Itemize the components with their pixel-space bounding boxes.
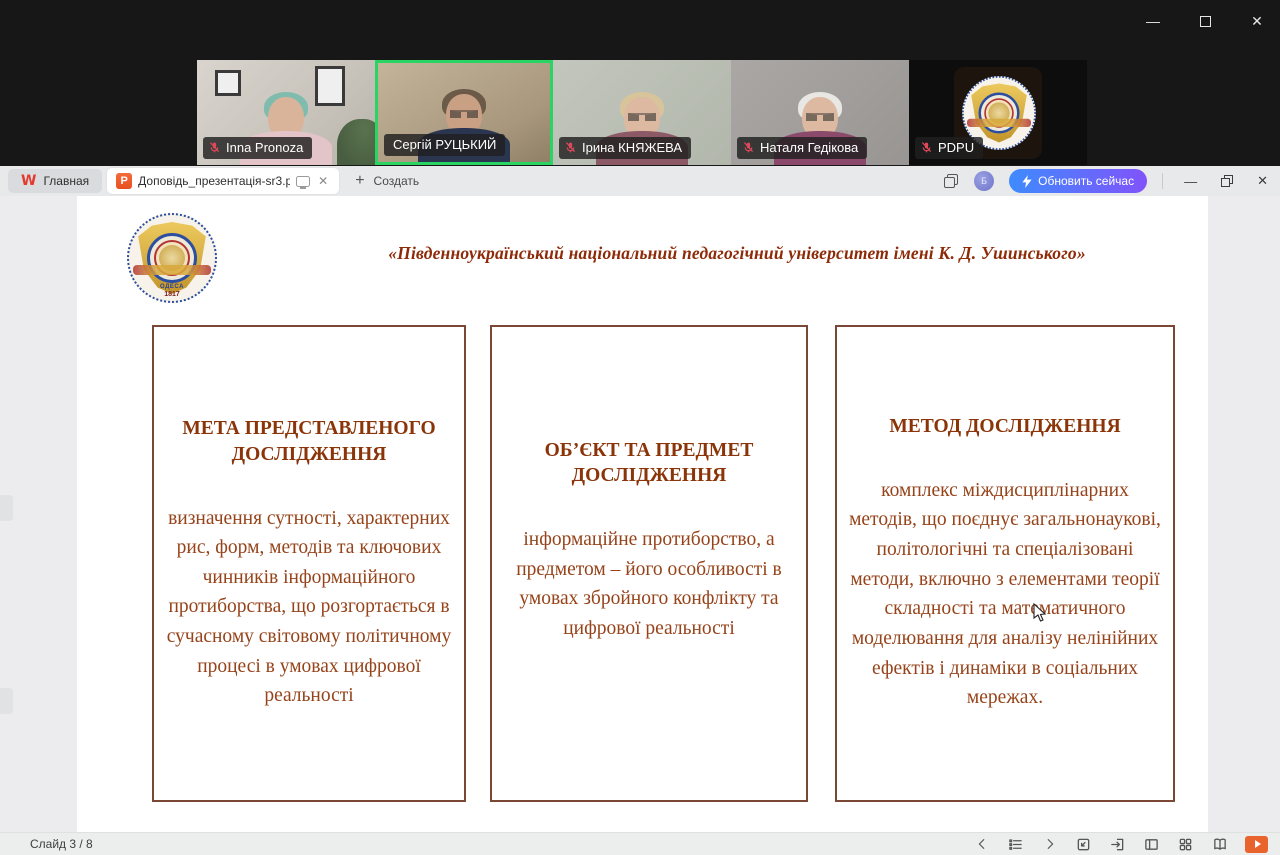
- meeting-window: — ✕ Inna Pronoza: [0, 0, 1280, 166]
- participant-name: Inna Pronoza: [226, 141, 303, 154]
- participant-tile[interactable]: Inna Pronoza: [197, 60, 375, 165]
- participant-name: PDPU: [938, 141, 974, 154]
- logo-city-label: ОДЕСА: [127, 284, 217, 290]
- collapsed-panel-handle[interactable]: [0, 495, 13, 521]
- slide-canvas[interactable]: ОДЕСА 1817 «Південноукраїнський націонал…: [77, 196, 1208, 832]
- tab-home-label: Главная: [43, 174, 89, 188]
- participant-name: Сергій РУЦЬКИЙ: [393, 138, 496, 151]
- slide-header-title: «Південноукраїнський національний педаго…: [319, 243, 1155, 264]
- meeting-window-controls: — ✕: [1144, 12, 1266, 30]
- status-bar-icons: [973, 836, 1268, 853]
- slide-text-box-object[interactable]: ОБ’ЄКТ ТА ПРЕДМЕТ ДОСЛІДЖЕННЯ інформацій…: [490, 325, 808, 802]
- muted-mic-icon: [208, 141, 221, 154]
- participant-name: Ірина КНЯЖЕВА: [582, 141, 682, 154]
- start-slideshow-button[interactable]: [1245, 836, 1268, 853]
- box-title: МЕТОД ДОСЛІДЖЕННЯ: [889, 414, 1120, 440]
- normal-view-icon[interactable]: [1143, 836, 1160, 853]
- participant-name-tag: PDPU: [915, 137, 983, 159]
- box-body: комплекс міждисциплінарних методів, що п…: [847, 476, 1163, 713]
- close-icon[interactable]: ✕: [1248, 12, 1266, 30]
- tab-bar-right-cluster: Б Обновить сейчас — ✕: [944, 169, 1268, 193]
- maximize-icon[interactable]: [1196, 12, 1214, 30]
- minimize-icon[interactable]: —: [1184, 174, 1197, 189]
- minimize-icon[interactable]: —: [1144, 12, 1162, 30]
- slide-counter: Слайд 3 / 8: [30, 837, 93, 851]
- close-icon[interactable]: ✕: [1257, 173, 1268, 189]
- university-emblem-icon: ОДЕСА 1817: [127, 213, 217, 303]
- enter-slideshow-icon[interactable]: [1109, 836, 1126, 853]
- tab-document[interactable]: P Доповідь_презентація-sr3.pp ✕: [107, 168, 339, 194]
- avatar-glyph: Б: [981, 176, 987, 186]
- participant-name-tag: Ірина КНЯЖЕВА: [559, 137, 691, 159]
- box-title: МЕТА ПРЕДСТАВЛЕНОГО ДОСЛІДЖЕННЯ: [164, 416, 454, 467]
- update-now-label: Обновить сейчас: [1038, 174, 1134, 188]
- participant-tile[interactable]: PDPU: [909, 60, 1087, 165]
- logo-year-label: 1817: [127, 291, 217, 298]
- participant-name-tag: Сергій РУЦЬКИЙ: [384, 134, 505, 156]
- university-logo: ОДЕСА 1817: [127, 213, 217, 303]
- tab-home[interactable]: W Главная: [8, 169, 102, 193]
- tab-document-title: Доповідь_презентація-sr3.pp: [138, 174, 290, 188]
- lightning-icon: [1022, 175, 1032, 188]
- plant-decor: [337, 119, 375, 165]
- tab-close-icon[interactable]: ✕: [316, 174, 330, 188]
- participant-tile[interactable]: Ірина КНЯЖЕВА: [553, 60, 731, 165]
- slide-sorter-icon[interactable]: [1177, 836, 1194, 853]
- update-now-button[interactable]: Обновить сейчас: [1009, 169, 1147, 193]
- next-slide-icon[interactable]: [1041, 836, 1058, 853]
- box-body: визначення сутності, характерних рис, фо…: [164, 504, 454, 711]
- participant-name-tag: Inna Pronoza: [203, 137, 312, 159]
- slide-text-box-goal[interactable]: МЕТА ПРЕДСТАВЛЕНОГО ДОСЛІДЖЕННЯ визначен…: [152, 325, 466, 802]
- participant-name: Наталя Гедікова: [760, 141, 858, 154]
- user-avatar[interactable]: Б: [974, 171, 994, 191]
- status-bar: Слайд 3 / 8: [0, 832, 1280, 855]
- wps-logo-icon: W: [21, 173, 36, 189]
- app-window-controls: — ✕: [1184, 173, 1268, 189]
- slide-note-icon[interactable]: [1075, 836, 1092, 853]
- previous-slide-icon[interactable]: [973, 836, 990, 853]
- muted-mic-icon: [742, 141, 755, 154]
- muted-mic-icon: [920, 141, 933, 154]
- participant-tile[interactable]: Наталя Гедікова: [731, 60, 909, 165]
- presenting-display-icon: [296, 176, 310, 187]
- wps-tab-bar: W Главная P Доповідь_презентація-sr3.pp …: [0, 166, 1280, 196]
- presentation-doc-icon: P: [116, 173, 132, 189]
- slide-text-box-method[interactable]: МЕТОД ДОСЛІДЖЕННЯ комплекс міждисципліна…: [835, 325, 1175, 802]
- restore-icon[interactable]: [1221, 175, 1233, 187]
- divider: [1162, 173, 1163, 189]
- box-body: інформаційне протиборство, а предметом –…: [502, 525, 796, 644]
- reading-view-icon[interactable]: [1211, 836, 1228, 853]
- box-title: ОБ’ЄКТ ТА ПРЕДМЕТ ДОСЛІДЖЕННЯ: [502, 438, 796, 489]
- plus-icon: +: [355, 172, 364, 190]
- participant-name-tag: Наталя Гедікова: [737, 137, 867, 159]
- outline-list-icon[interactable]: [1007, 836, 1024, 853]
- participant-strip: Inna Pronoza Сергій РУЦЬКИЙ Ірина КНЯ: [197, 60, 1087, 165]
- participant-tile-active-speaker[interactable]: Сергій РУЦЬКИЙ: [375, 60, 553, 165]
- mouse-cursor: [1032, 603, 1048, 623]
- new-tab-button[interactable]: + Создать: [355, 172, 419, 190]
- tab-list-icon[interactable]: [944, 174, 959, 189]
- presentation-editor-area: ОДЕСА 1817 «Південноукраїнський націонал…: [0, 196, 1280, 832]
- collapsed-panel-handle[interactable]: [0, 688, 13, 714]
- new-tab-label: Создать: [374, 174, 420, 188]
- wall-frame-decor: [215, 70, 241, 96]
- muted-mic-icon: [564, 141, 577, 154]
